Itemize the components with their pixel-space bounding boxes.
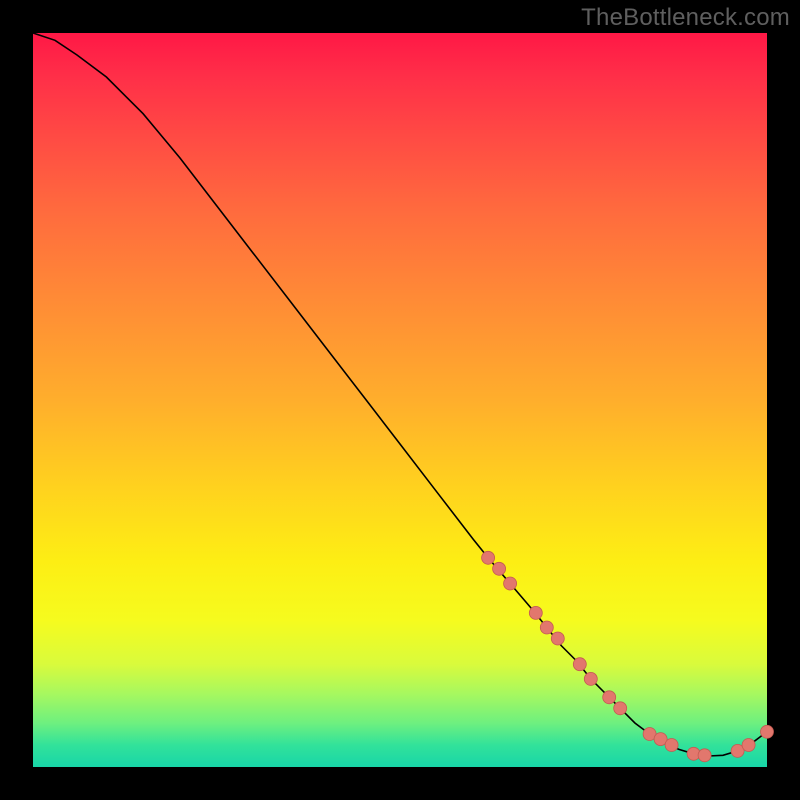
curve-marker	[573, 658, 586, 671]
curve-markers	[482, 551, 774, 762]
curve-line	[33, 33, 767, 756]
curve-marker	[698, 749, 711, 762]
curve-marker	[614, 702, 627, 715]
curve-marker	[493, 562, 506, 575]
curve-marker	[540, 621, 553, 634]
bottleneck-curve	[33, 33, 767, 767]
chart-frame: TheBottleneck.com	[0, 0, 800, 800]
curve-marker	[504, 577, 517, 590]
curve-marker	[482, 551, 495, 564]
curve-marker	[603, 691, 616, 704]
plot-area	[33, 33, 767, 767]
curve-marker	[665, 739, 678, 752]
curve-marker	[529, 606, 542, 619]
curve-marker	[584, 672, 597, 685]
curve-marker	[761, 725, 774, 738]
curve-marker	[742, 739, 755, 752]
watermark-text: TheBottleneck.com	[581, 4, 790, 32]
curve-marker	[551, 632, 564, 645]
